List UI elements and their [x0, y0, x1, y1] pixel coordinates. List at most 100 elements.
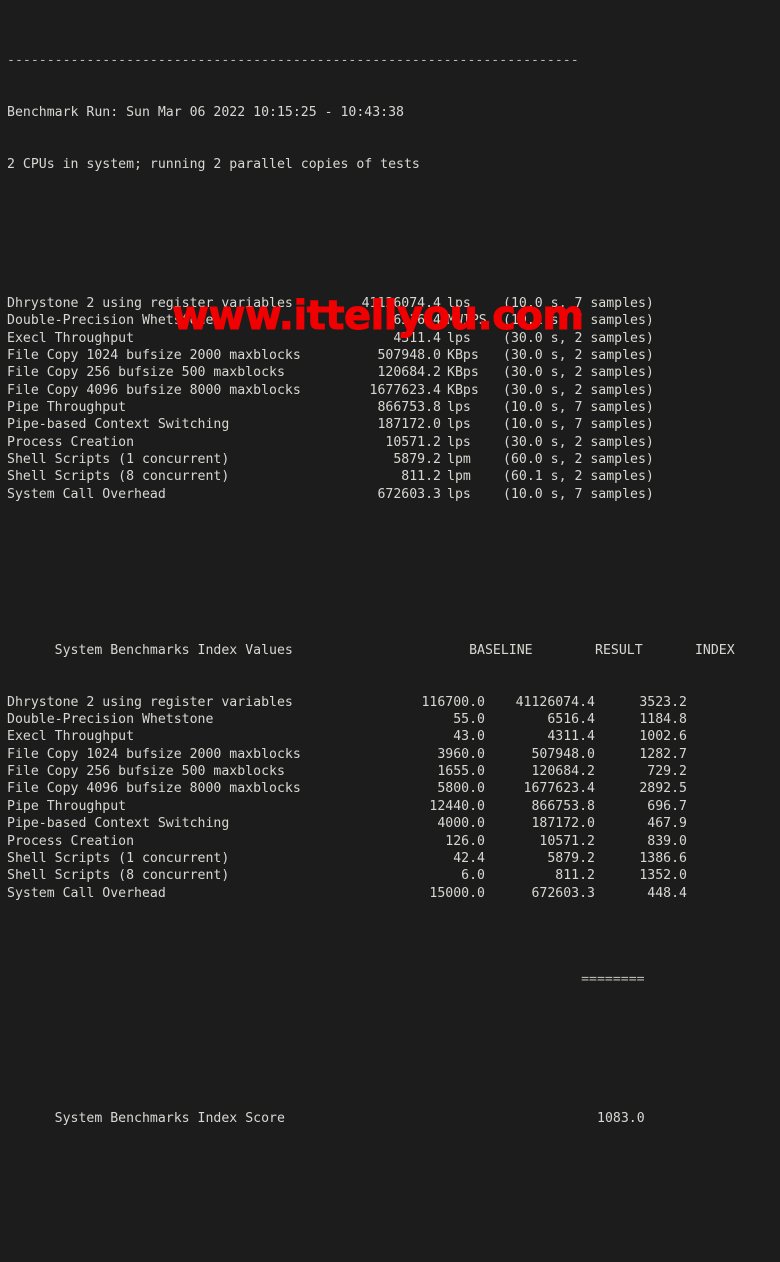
index-row-name: Pipe-based Context Switching [7, 816, 230, 832]
index-score-label: System Benchmarks Index Score [54, 1111, 285, 1126]
index-row-baseline: 3960.0 [437, 746, 485, 762]
benchmark-samples: (60.0 s, 2 samples) [503, 451, 654, 467]
benchmark-name: Execl Throughput [7, 330, 135, 346]
benchmark-result-row: Pipe-based Context Switching 187172.0 lps (… [7, 416, 780, 433]
index-table-row: Execl Throughput 43.0 4311.4 1002.6 [7, 728, 780, 745]
column-header-result: RESULT [595, 642, 643, 658]
benchmark-name: Pipe-based Context Switching [7, 417, 230, 433]
index-table-row: Dhrystone 2 using register variables 1167… [7, 694, 780, 711]
benchmark-samples: (30.0 s, 2 samples) [503, 434, 654, 450]
index-table-header: System Benchmarks Index Values BASELINE RE… [7, 624, 780, 658]
index-score-row: System Benchmarks Index Score 1083.0 [7, 1093, 780, 1126]
column-header-baseline: BASELINE [469, 642, 533, 658]
index-row-name: Process Creation [7, 833, 135, 849]
index-row-baseline: 116700.0 [421, 694, 485, 710]
index-row-name: Execl Throughput [7, 729, 135, 745]
benchmark-value: 811.2 [401, 469, 441, 485]
benchmark-value: 41126074.4 [361, 295, 441, 311]
index-row-baseline: 5800.0 [437, 781, 485, 797]
benchmark-samples: (10.0 s, 7 samples) [503, 417, 654, 433]
benchmark-name: Shell Scripts (8 concurrent) [7, 469, 230, 485]
benchmark-result-row: System Call Overhead 672603.3 lps (10.0 s, … [7, 486, 780, 503]
index-score-value: 1083.0 [597, 1111, 645, 1126]
benchmark-name: System Call Overhead [7, 486, 166, 502]
index-row-index: 3523.2 [639, 694, 687, 710]
benchmark-samples: (30.0 s, 2 samples) [503, 382, 654, 398]
index-row-result: 4311.4 [547, 729, 595, 745]
column-header-index: INDEX [694, 642, 735, 658]
index-table-body: Dhrystone 2 using register variables 1167… [7, 694, 780, 902]
benchmark-result-row: File Copy 1024 bufsize 2000 maxblocks 507… [7, 347, 780, 364]
benchmark-result-row: Shell Scripts (1 concurrent) 5879.2 lpm (60… [7, 451, 780, 468]
index-row-name: Double-Precision Whetstone [7, 712, 214, 728]
index-row-name: File Copy 1024 bufsize 2000 maxblocks [7, 746, 301, 762]
benchmark-name: Double-Precision Whetstone [7, 313, 214, 329]
index-row-result: 6516.4 [547, 712, 595, 728]
index-row-index: 448.4 [647, 885, 687, 901]
index-row-name: Dhrystone 2 using register variables [7, 694, 293, 710]
index-row-baseline: 12440.0 [429, 798, 485, 814]
index-row-result: 10571.2 [539, 833, 595, 849]
terminal-content: ----------------------------------------… [7, 0, 780, 1262]
index-table-row: Pipe-based Context Switching 4000.0 187172… [7, 815, 780, 832]
benchmark-unit: lpm [447, 469, 471, 485]
index-row-result: 41126074.4 [515, 694, 595, 710]
benchmark-value: 5879.2 [393, 451, 441, 467]
index-row-result: 866753.8 [531, 798, 595, 814]
index-row-baseline: 4000.0 [437, 816, 485, 832]
index-row-name: Shell Scripts (8 concurrent) [7, 868, 230, 884]
index-row-index: 1184.8 [639, 712, 687, 728]
index-table-row: Process Creation 126.0 10571.2 839.0 [7, 833, 780, 850]
index-table-row: Double-Precision Whetstone 55.0 6516.4 1184… [7, 711, 780, 728]
benchmark-name: Shell Scripts (1 concurrent) [7, 451, 230, 467]
benchmark-value: 10571.2 [385, 434, 441, 450]
terminal-output: ----------------------------------------… [0, 0, 780, 1126]
benchmark-value: 1677623.4 [369, 382, 441, 398]
benchmark-name: File Copy 4096 bufsize 8000 maxblocks [7, 382, 301, 398]
index-table-row: Shell Scripts (1 concurrent) 42.4 5879.2 13… [7, 850, 780, 867]
benchmark-unit: lpm [447, 451, 471, 467]
score-separator-row: ======== [7, 954, 780, 987]
benchmark-name: Pipe Throughput [7, 399, 127, 415]
index-row-name: File Copy 4096 bufsize 8000 maxblocks [7, 781, 301, 797]
benchmark-unit: KBps [447, 382, 479, 398]
top-rule: ----------------------------------------… [7, 53, 579, 69]
index-row-baseline: 126.0 [445, 833, 485, 849]
benchmark-name: File Copy 256 bufsize 500 maxblocks [7, 365, 285, 381]
benchmark-result-row: Double-Precision Whetstone 6516.4 MWIPS (10… [7, 312, 780, 329]
index-table-row: Pipe Throughput 12440.0 866753.8 696.7 [7, 798, 780, 815]
score-separator: ======== [581, 972, 645, 988]
index-row-index: 467.9 [647, 816, 687, 832]
benchmark-unit: lps [447, 399, 471, 415]
benchmark-unit: KBps [447, 347, 479, 363]
index-table-title: System Benchmarks Index Values [54, 642, 293, 658]
index-table-row: Shell Scripts (8 concurrent) 6.0 811.2 1352… [7, 867, 780, 884]
index-row-index: 2892.5 [639, 781, 687, 797]
benchmark-unit: lps [447, 417, 471, 433]
benchmark-result-row: File Copy 256 bufsize 500 maxblocks 12068… [7, 364, 780, 381]
index-row-name: File Copy 256 bufsize 500 maxblocks [7, 764, 285, 780]
index-row-result: 5879.2 [547, 850, 595, 866]
index-row-baseline: 43.0 [453, 729, 485, 745]
index-row-baseline: 6.0 [461, 868, 485, 884]
benchmark-value: 120684.2 [377, 365, 441, 381]
benchmark-samples: (10.0 s, 7 samples) [503, 399, 654, 415]
index-table-row: System Call Overhead 15000.0 672603.3 448.4 [7, 885, 780, 902]
benchmark-value: 187172.0 [377, 417, 441, 433]
benchmark-value: 672603.3 [377, 486, 441, 502]
benchmark-result-row: Process Creation 10571.2 lps (30.0 s, 2 sam… [7, 434, 780, 451]
index-row-index: 1352.0 [639, 868, 687, 884]
index-row-result: 1677623.4 [523, 781, 595, 797]
cpu-count-line: 2 CPUs in system; running 2 parallel cop… [7, 157, 420, 173]
benchmark-samples: (30.0 s, 2 samples) [503, 347, 654, 363]
benchmark-unit: lps [447, 295, 471, 311]
benchmark-name: Process Creation [7, 434, 135, 450]
index-table-row: File Copy 256 bufsize 500 maxblocks 1655.… [7, 763, 780, 780]
index-row-index: 1282.7 [639, 746, 687, 762]
index-row-result: 187172.0 [531, 816, 595, 832]
index-table-row: File Copy 1024 bufsize 2000 maxblocks 396… [7, 746, 780, 763]
